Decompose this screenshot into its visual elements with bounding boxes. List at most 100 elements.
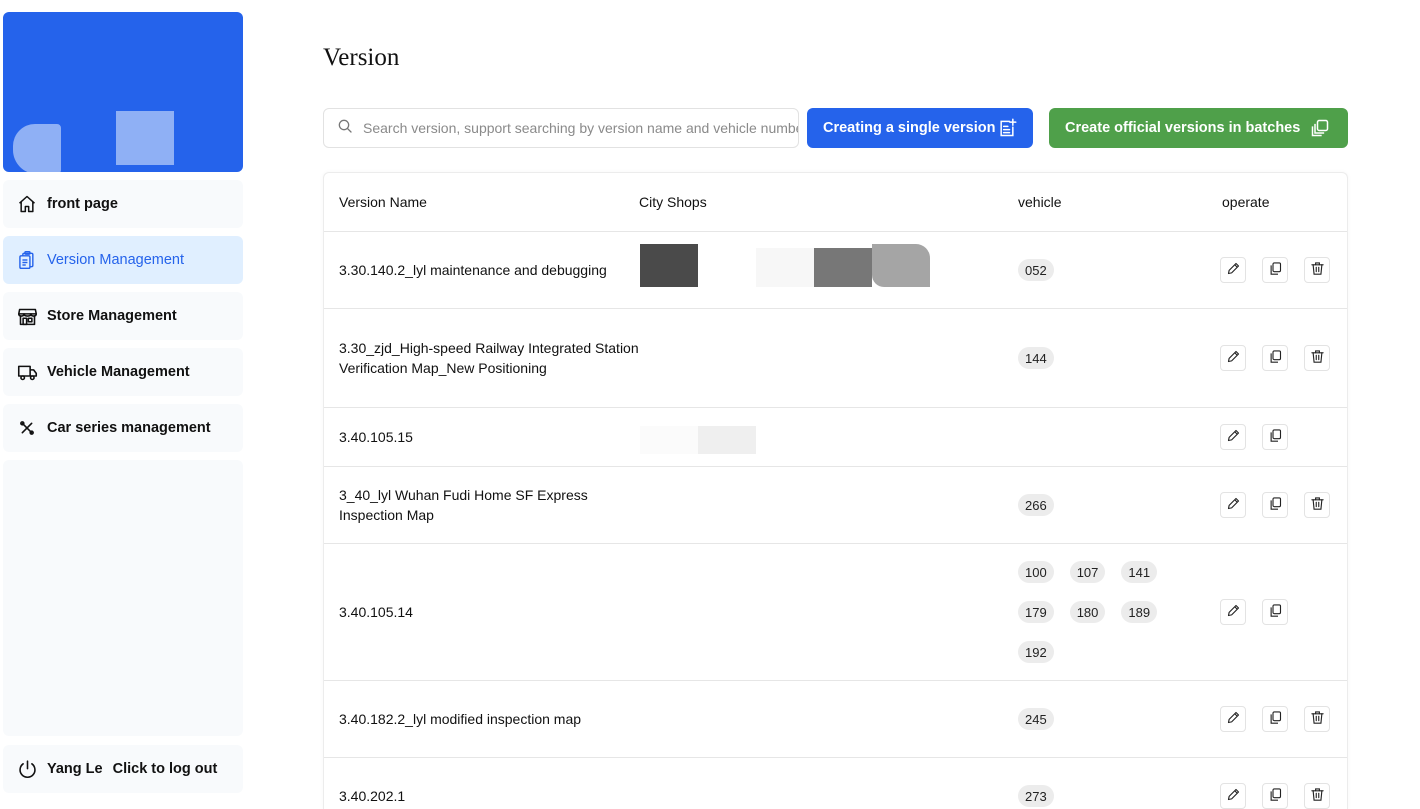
copy-button[interactable] (1262, 257, 1288, 283)
delete-button[interactable] (1304, 783, 1330, 809)
pencil-icon (1226, 261, 1241, 279)
version-name: 3.40.202.1 (339, 788, 406, 804)
sidebar: front page Version Management Store Mana… (3, 12, 243, 809)
redacted-image (756, 248, 814, 287)
vehicle-tags: 144 (1018, 347, 1188, 369)
store-icon (16, 305, 38, 327)
edit-button[interactable] (1220, 492, 1246, 518)
vehicle-tags: 273 (1018, 785, 1188, 807)
copy-button[interactable] (1262, 599, 1288, 625)
version-name: 3.40.182.2_lyl modified inspection map (339, 711, 582, 727)
logout-button[interactable]: Yang Le Click to log out (3, 745, 243, 793)
page-title: Version (323, 44, 400, 71)
copy-button[interactable] (1262, 345, 1288, 371)
copy-button[interactable] (1262, 492, 1288, 518)
table-row: 3.40.182.2_lyl modified inspection map 2… (324, 681, 1347, 758)
delete-button[interactable] (1304, 706, 1330, 732)
edit-button[interactable] (1220, 424, 1246, 450)
city-shops-cell (639, 309, 1018, 407)
sidebar-item-front-page[interactable]: front page (3, 180, 243, 228)
pencil-icon (1226, 496, 1241, 514)
power-icon (16, 758, 38, 780)
vehicle-tag[interactable]: 266 (1018, 494, 1054, 516)
copy-icon (1268, 349, 1283, 367)
sidebar-item-version-management[interactable]: Version Management (3, 236, 243, 284)
sidebar-item-store-management[interactable]: Store Management (3, 292, 243, 340)
sidebar-spacer (3, 460, 243, 736)
copy-icon (1268, 787, 1283, 805)
city-shops-cell (639, 467, 1018, 543)
clipboard-icon (16, 249, 38, 271)
sidebar-item-label: Vehicle Management (47, 364, 190, 380)
column-header-operate: operate (1222, 194, 1270, 210)
pencil-icon (1226, 603, 1241, 621)
vehicle-tags: 266 (1018, 494, 1188, 516)
brand-logo (3, 12, 243, 172)
vehicle-tag[interactable]: 144 (1018, 347, 1054, 369)
vehicle-tag[interactable]: 189 (1121, 601, 1158, 623)
vehicle-tag[interactable]: 245 (1018, 708, 1054, 730)
vehicle-cell: 273 (1018, 785, 1222, 807)
logo-shape (116, 111, 174, 165)
table-header: Version Name City Shops vehicle operate (324, 173, 1347, 232)
search-input[interactable] (363, 120, 798, 136)
table-row: 3.40.105.14 100 107 141 179 180 189 192 (324, 544, 1347, 681)
delete-button[interactable] (1304, 257, 1330, 283)
sidebar-item-car-series-management[interactable]: Car series management (3, 404, 243, 452)
city-shops-cell (639, 232, 1018, 308)
versions-table: Version Name City Shops vehicle operate … (323, 172, 1348, 809)
vehicle-cell: 245 (1018, 708, 1222, 730)
pencil-icon (1226, 710, 1241, 728)
tools-icon (16, 417, 38, 439)
edit-button[interactable] (1220, 345, 1246, 371)
copy-button[interactable] (1262, 424, 1288, 450)
table-row: 3.40.202.1 273 (324, 758, 1347, 809)
operate-cell (1220, 783, 1347, 809)
column-header-version-name: Version Name (339, 194, 427, 210)
operate-cell (1220, 706, 1347, 732)
create-batch-versions-button[interactable]: Create official versions in batches (1049, 108, 1348, 148)
copy-icon (1268, 261, 1283, 279)
vehicle-tag[interactable]: 100 (1018, 561, 1054, 583)
vehicle-tag[interactable]: 192 (1018, 641, 1054, 663)
create-single-version-button[interactable]: Creating a single version (807, 108, 1033, 148)
vehicle-cell: 052 (1018, 259, 1222, 281)
table-row: 3.30.140.2_lyl maintenance and debugging… (324, 232, 1347, 309)
edit-button[interactable] (1220, 783, 1246, 809)
create-batch-versions-label: Create official versions in batches (1065, 120, 1301, 136)
table-row: 3.40.105.15 (324, 408, 1347, 467)
edit-button[interactable] (1220, 599, 1246, 625)
vehicle-tags: 052 (1018, 259, 1188, 281)
redacted-image (698, 426, 756, 454)
vehicle-tag[interactable]: 141 (1121, 561, 1158, 583)
column-header-vehicle: vehicle (1018, 194, 1062, 210)
table-row: 3.30_zjd_High-speed Railway Integrated S… (324, 309, 1347, 408)
edit-button[interactable] (1220, 706, 1246, 732)
version-name: 3_40_lyl Wuhan Fudi Home SF Express Insp… (339, 487, 588, 523)
vehicle-tag[interactable]: 179 (1018, 601, 1054, 623)
vehicle-tag[interactable]: 180 (1069, 601, 1106, 623)
sidebar-item-label: Car series management (47, 420, 211, 436)
vehicle-cell: 266 (1018, 494, 1222, 516)
vehicle-cell: 100 107 141 179 180 189 192 (1018, 561, 1222, 663)
trash-icon (1310, 787, 1325, 805)
vehicle-tag[interactable]: 052 (1018, 259, 1054, 281)
search-box[interactable] (323, 108, 799, 148)
city-shops-cell (639, 544, 1018, 680)
sidebar-item-vehicle-management[interactable]: Vehicle Management (3, 348, 243, 396)
edit-button[interactable] (1220, 257, 1246, 283)
vehicle-tags: 245 (1018, 708, 1188, 730)
redacted-image (872, 244, 930, 287)
vehicle-tag[interactable]: 273 (1018, 785, 1054, 807)
delete-button[interactable] (1304, 492, 1330, 518)
user-name: Yang Le (47, 761, 103, 777)
copy-button[interactable] (1262, 783, 1288, 809)
delete-button[interactable] (1304, 345, 1330, 371)
copy-multiple-icon (1310, 118, 1330, 138)
home-icon (16, 193, 38, 215)
operate-cell (1220, 424, 1347, 450)
vehicle-tags: 100 107 141 179 180 189 192 (1018, 561, 1188, 663)
copy-icon (1268, 603, 1283, 621)
vehicle-tag[interactable]: 107 (1069, 561, 1106, 583)
copy-button[interactable] (1262, 706, 1288, 732)
